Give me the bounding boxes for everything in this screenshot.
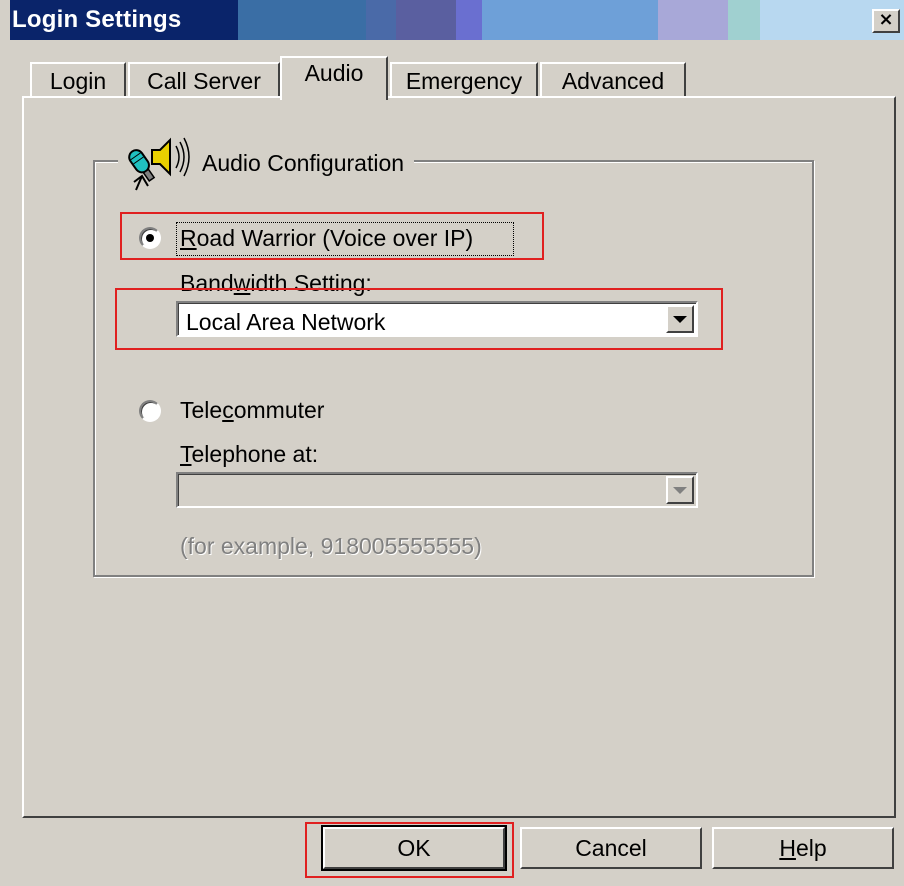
telephone-at-label: Telephone at: bbox=[180, 441, 318, 468]
login-settings-dialog: Login Settings × Login Call Server Audio… bbox=[0, 0, 904, 886]
tab-emergency[interactable]: Emergency bbox=[390, 62, 538, 98]
window-title: Login Settings bbox=[12, 6, 182, 33]
chevron-down-icon bbox=[673, 315, 687, 323]
title-bar[interactable]: Login Settings × bbox=[10, 0, 904, 40]
road-warrior-label[interactable]: Road Warrior (Voice over IP) bbox=[180, 225, 473, 252]
tab-label: Audio bbox=[304, 60, 364, 86]
group-legend: Audio Configuration bbox=[118, 130, 415, 192]
tab-label: Advanced bbox=[561, 68, 665, 94]
bandwidth-select[interactable]: Local Area Network bbox=[176, 301, 698, 337]
title-bar-segment bbox=[482, 0, 658, 40]
tab-label: Login bbox=[49, 68, 107, 94]
label-part: ommuter bbox=[233, 397, 325, 423]
tab-label: Call Server bbox=[147, 68, 261, 94]
label-part: Band bbox=[180, 270, 234, 296]
telephone-dropdown-button[interactable] bbox=[666, 476, 694, 504]
radio-selected-dot bbox=[146, 234, 154, 242]
label-part: Tele bbox=[180, 397, 223, 423]
tab-login[interactable]: Login bbox=[30, 62, 126, 98]
tab-audio[interactable]: Audio bbox=[280, 56, 388, 100]
bandwidth-dropdown-button[interactable] bbox=[666, 305, 694, 333]
bandwidth-setting-label: Bandwidth Setting: bbox=[180, 270, 372, 297]
access-key: c bbox=[222, 397, 234, 423]
label-part: idth Setting: bbox=[250, 270, 372, 296]
road-warrior-radio[interactable] bbox=[139, 227, 161, 249]
label-part: elephone at: bbox=[191, 441, 319, 467]
access-key: H bbox=[779, 835, 796, 861]
label-rest: oad Warrior (Voice over IP) bbox=[196, 225, 474, 251]
access-key: w bbox=[233, 270, 251, 296]
cancel-button[interactable]: Cancel bbox=[520, 827, 702, 869]
title-bar-segment bbox=[396, 0, 456, 40]
title-bar-segment bbox=[658, 0, 728, 40]
telecommuter-label[interactable]: Telecommuter bbox=[180, 397, 324, 424]
access-key: R bbox=[180, 225, 197, 251]
tab-advanced[interactable]: Advanced bbox=[540, 62, 686, 98]
close-button[interactable]: × bbox=[872, 9, 900, 33]
tab-call-server[interactable]: Call Server bbox=[128, 62, 280, 98]
group-label: Audio Configuration bbox=[202, 149, 405, 176]
title-bar-segment bbox=[366, 0, 396, 40]
telephone-example-hint: (for example, 918005555555) bbox=[180, 533, 482, 559]
title-bar-segment bbox=[728, 0, 760, 40]
label-part: elp bbox=[795, 835, 827, 861]
close-icon: × bbox=[878, 9, 894, 30]
title-bar-segment bbox=[238, 0, 366, 40]
tab-label: Emergency bbox=[405, 68, 523, 94]
telecommuter-radio[interactable] bbox=[139, 400, 161, 422]
help-button[interactable]: Help bbox=[712, 827, 894, 869]
telephone-select[interactable] bbox=[176, 472, 698, 508]
bandwidth-value: Local Area Network bbox=[186, 309, 386, 335]
title-bar-segment bbox=[456, 0, 482, 40]
chevron-down-icon bbox=[673, 486, 687, 494]
ok-button[interactable]: OK bbox=[321, 825, 507, 871]
access-key: T bbox=[180, 441, 192, 467]
microphone-speaker-icon bbox=[128, 137, 190, 191]
